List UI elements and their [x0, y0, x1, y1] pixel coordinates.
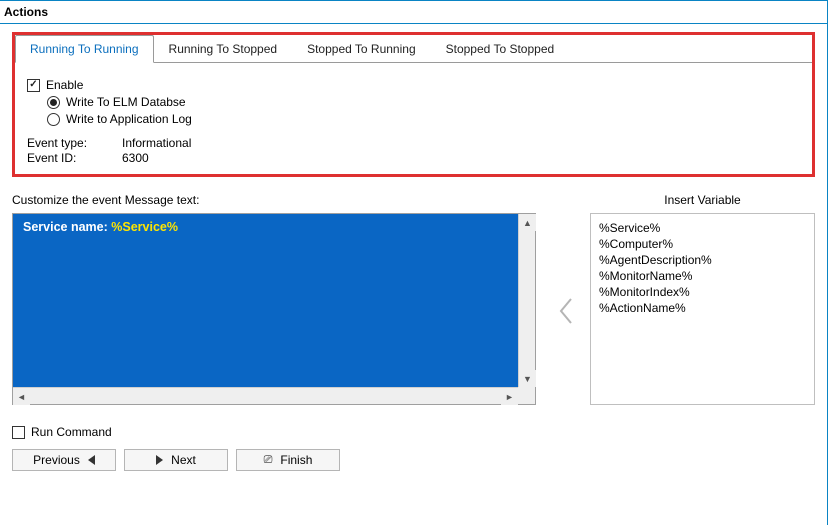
next-button[interactable]: Next	[124, 449, 228, 471]
run-command-row: Run Command	[12, 425, 815, 439]
message-section-label: Customize the event Message text:	[12, 193, 542, 207]
vertical-scrollbar[interactable]: ▲ ▼	[518, 214, 535, 387]
variable-item[interactable]: %MonitorIndex%	[599, 284, 806, 300]
variable-item[interactable]: %ActionName%	[599, 300, 806, 316]
tab-stopped-to-running[interactable]: Stopped To Running	[292, 35, 431, 62]
event-type-value: Informational	[122, 136, 191, 150]
event-id-label: Event ID:	[27, 151, 122, 165]
highlight-annotation: Running To Running Running To Stopped St…	[12, 32, 815, 177]
triangle-right-icon	[156, 455, 163, 465]
tab-stopped-to-stopped[interactable]: Stopped To Stopped	[431, 35, 570, 62]
write-applog-label: Write to Application Log	[66, 112, 192, 126]
enable-row: Enable	[27, 78, 800, 92]
message-variable-text: %Service%	[111, 220, 178, 234]
message-column: Customize the event Message text: Servic…	[12, 193, 542, 405]
variable-item[interactable]: %AgentDescription%	[599, 252, 806, 268]
event-id-row: Event ID: 6300	[27, 151, 800, 165]
scroll-right-icon[interactable]: ►	[501, 388, 518, 405]
actions-panel: Actions Running To Running Running To St…	[0, 0, 828, 525]
scroll-left-icon[interactable]: ◄	[13, 388, 30, 405]
tab-running-to-running[interactable]: Running To Running	[15, 35, 154, 63]
variable-column: Insert Variable %Service% %Computer% %Ag…	[590, 193, 815, 405]
message-editor[interactable]: Service name: %Service% ▲ ▼ ◄ ►	[12, 213, 536, 405]
previous-button[interactable]: Previous	[12, 449, 116, 471]
finish-button[interactable]: ⎚ Finish	[236, 449, 340, 471]
tab-strip: Running To Running Running To Stopped St…	[15, 35, 812, 63]
write-elm-label: Write To ELM Databse	[66, 95, 186, 109]
insert-arrow-icon[interactable]	[552, 215, 580, 407]
finish-button-label: Finish	[280, 453, 312, 467]
variable-item[interactable]: %Computer%	[599, 236, 806, 252]
lower-area: Customize the event Message text: Servic…	[12, 193, 815, 407]
triangle-left-icon	[88, 455, 95, 465]
variable-item[interactable]: %MonitorName%	[599, 268, 806, 284]
run-command-checkbox[interactable]	[12, 426, 25, 439]
horizontal-scrollbar[interactable]: ◄ ►	[13, 387, 518, 404]
write-applog-row: Write to Application Log	[47, 112, 800, 126]
event-id-value: 6300	[122, 151, 149, 165]
enable-label: Enable	[46, 78, 83, 92]
scroll-up-icon[interactable]: ▲	[519, 214, 536, 231]
scroll-down-icon[interactable]: ▼	[519, 370, 536, 387]
event-type-row: Event type: Informational	[27, 136, 800, 150]
tab-running-to-stopped[interactable]: Running To Stopped	[154, 35, 293, 62]
finish-icon: ⎚	[264, 454, 273, 467]
run-command-label: Run Command	[31, 425, 112, 439]
message-static-text: Service name:	[23, 220, 111, 234]
insert-variable-title: Insert Variable	[590, 193, 815, 207]
variable-list[interactable]: %Service% %Computer% %AgentDescription% …	[590, 213, 815, 405]
wizard-button-bar: Previous Next ⎚ Finish	[12, 449, 815, 471]
panel-content: Running To Running Running To Stopped St…	[0, 24, 827, 483]
previous-button-label: Previous	[33, 453, 80, 467]
scroll-corner	[518, 387, 535, 404]
panel-title: Actions	[0, 1, 827, 24]
tab-body: Enable Write To ELM Databse Write to App…	[15, 63, 812, 174]
enable-checkbox[interactable]	[27, 79, 40, 92]
message-editor-canvas[interactable]: Service name: %Service%	[13, 214, 518, 387]
next-button-label: Next	[171, 453, 196, 467]
write-applog-radio[interactable]	[47, 113, 60, 126]
write-elm-row: Write To ELM Databse	[47, 95, 800, 109]
variable-item[interactable]: %Service%	[599, 220, 806, 236]
write-elm-radio[interactable]	[47, 96, 60, 109]
event-type-label: Event type:	[27, 136, 122, 150]
